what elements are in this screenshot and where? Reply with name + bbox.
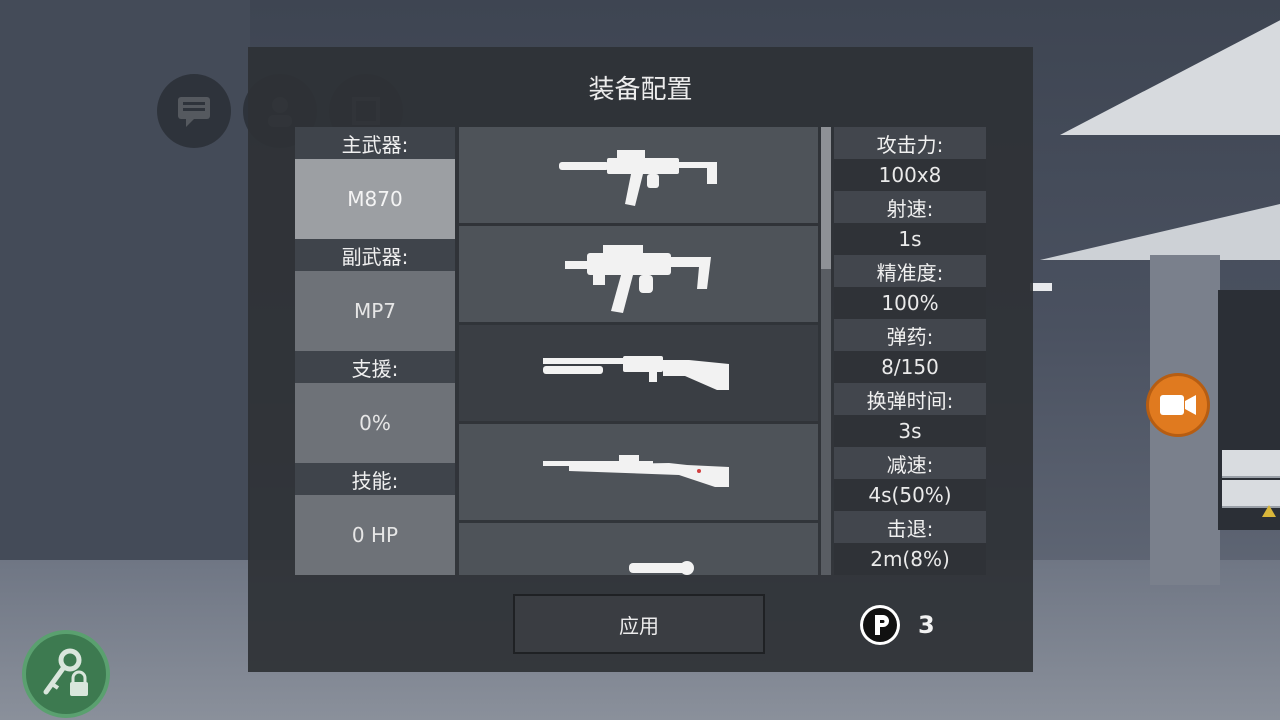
weapon-card-selected[interactable] <box>459 325 818 421</box>
stats-column: 攻击力: 100x8 射速: 1s 精准度: 100% 弹药: 8/150 换弹… <box>834 127 986 575</box>
bolt-rifle-icon <box>542 455 729 487</box>
smg-icon <box>564 245 711 313</box>
loadout-dialog: 装备配置 主武器: M870 副武器: MP7 支援: 0% 技能: 0 HP <box>248 47 1033 672</box>
category-column: 主武器: M870 副武器: MP7 支援: 0% 技能: 0 HP <box>295 127 455 575</box>
stat-value-fire-rate: 1s <box>834 223 986 255</box>
category-skill[interactable]: 0 HP <box>295 495 455 575</box>
weapon-list-scrollbar[interactable] <box>821 127 831 575</box>
sniper-rifle-icon <box>628 561 694 575</box>
weapon-card[interactable] <box>459 226 818 322</box>
dialog-title: 装备配置 <box>588 75 693 105</box>
stat-label-reload: 换弹时间: <box>834 383 986 415</box>
background-cabinet <box>1218 290 1280 530</box>
points-value: 3 <box>918 611 935 639</box>
points-display: 3 <box>860 604 935 646</box>
category-label-support: 支援: <box>295 351 455 383</box>
key-lock-button[interactable] <box>22 630 110 718</box>
pump-shotgun-icon <box>542 356 729 390</box>
key-lock-icon <box>43 648 88 696</box>
camera-icon <box>1160 395 1196 415</box>
points-p-icon <box>860 605 900 645</box>
stat-label-attack: 攻击力: <box>834 127 986 159</box>
category-support[interactable]: 0% <box>295 383 455 463</box>
cabinet-drawer <box>1222 450 1280 478</box>
stat-label-ammo: 弹药: <box>834 319 986 351</box>
category-label-primary: 主武器: <box>295 127 455 159</box>
smg-silenced-icon <box>558 150 717 206</box>
stat-value-ammo: 8/150 <box>834 351 986 383</box>
background-light <box>1030 283 1052 291</box>
stat-label-slow: 减速: <box>834 447 986 479</box>
category-label-skill: 技能: <box>295 463 455 495</box>
stat-value-reload: 3s <box>834 415 986 447</box>
stat-value-accuracy: 100% <box>834 287 986 319</box>
apply-button[interactable]: 应用 <box>513 594 765 654</box>
chat-icon[interactable] <box>157 74 231 148</box>
stat-label-fire-rate: 射速: <box>834 191 986 223</box>
stat-value-attack: 100x8 <box>834 159 986 191</box>
weapon-card[interactable] <box>459 127 818 223</box>
weapon-list[interactable] <box>459 127 818 575</box>
stat-label-accuracy: 精准度: <box>834 255 986 287</box>
stat-value-knockback: 2m(8%) <box>834 543 986 575</box>
background-ceiling-light <box>1040 204 1280 260</box>
category-label-secondary: 副武器: <box>295 239 455 271</box>
stat-value-slow: 4s(50%) <box>834 479 986 511</box>
background-ceiling-light <box>1060 20 1280 135</box>
camera-button[interactable] <box>1146 373 1210 437</box>
category-primary-weapon[interactable]: M870 <box>295 159 455 239</box>
warning-sign-icon <box>1262 505 1276 517</box>
stat-label-knockback: 击退: <box>834 511 986 543</box>
weapon-card[interactable] <box>459 424 818 520</box>
cabinet-drawer <box>1222 480 1280 508</box>
scrollbar-thumb[interactable] <box>821 127 831 269</box>
category-secondary-weapon[interactable]: MP7 <box>295 271 455 351</box>
weapon-card[interactable] <box>459 523 818 575</box>
